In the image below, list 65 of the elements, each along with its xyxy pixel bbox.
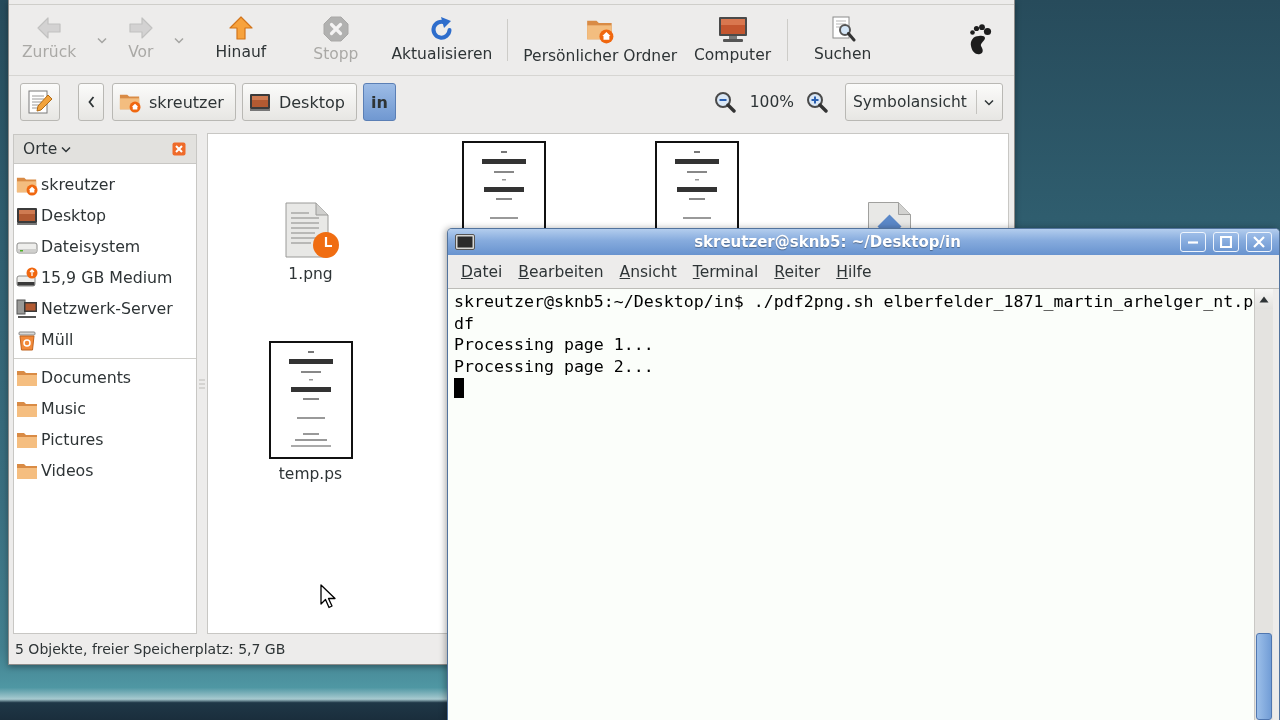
maximize-button[interactable]: [1213, 232, 1239, 252]
menu-item[interactable]: Terminal: [684, 262, 767, 281]
stop-icon: [322, 16, 349, 42]
file-name: temp.ps: [278, 465, 343, 483]
sidebar-item[interactable]: Müll: [14, 324, 196, 355]
menu-item[interactable]: Bearbeiten: [510, 262, 612, 281]
terminal-line: Processing page 2...: [454, 355, 654, 377]
arrow-left-icon: [37, 16, 62, 40]
computer-icon: [717, 16, 748, 43]
terminal-line: skreutzer@sknb5:~/Desktop/in$ ./pdf2png.sh elberfelder_1871_martin_arhelger_nt.p: [454, 291, 1254, 313]
zoom-in-icon[interactable]: [806, 91, 828, 113]
file-name: 1.png: [288, 265, 333, 283]
edit-location-button[interactable]: [20, 83, 60, 121]
scroll-left-button[interactable]: [78, 83, 104, 121]
caret-down-icon: [984, 98, 994, 106]
terminal-icon: [455, 234, 475, 250]
path-button[interactable]: Desktop: [241, 83, 357, 121]
desktop-icon: [248, 91, 271, 113]
view-dropdown[interactable]: Symbolansicht: [845, 83, 1003, 121]
chevron-left-icon: [87, 96, 95, 108]
toolbar-button[interactable]: Hinauf: [193, 5, 289, 75]
scroll-up-icon: [1259, 295, 1269, 303]
arrow-right-icon: [128, 16, 153, 40]
sidebar-item[interactable]: Dateisystem: [14, 231, 196, 262]
note-pencil-icon: [27, 89, 53, 115]
close-button[interactable]: [1246, 232, 1272, 252]
toolbar-button[interactable]: Suchen: [795, 5, 891, 75]
sidebar-item[interactable]: Desktop: [14, 200, 196, 231]
terminal-line: df: [454, 312, 474, 334]
zoom-out-icon[interactable]: [713, 91, 736, 113]
mouse-pointer-icon: [320, 584, 338, 609]
terminal-line: Processing page 1...: [454, 334, 654, 356]
sidebar-item[interactable]: Videos: [14, 455, 196, 486]
sidebar-item[interactable]: skreutzer: [14, 169, 196, 200]
minimize-button[interactable]: [1180, 232, 1206, 252]
sidebar-item[interactable]: Documents: [14, 362, 196, 393]
caret-down-icon: [61, 145, 72, 153]
window-title: skreutzer@sknb5: ~/Desktop/in: [693, 233, 962, 251]
sidebar-item[interactable]: 15,9 GB Medium: [14, 262, 196, 293]
path-button[interactable]: skreutzer: [112, 83, 236, 121]
menu-item[interactable]: Reiter: [766, 262, 829, 281]
maximize-icon: [1220, 236, 1232, 248]
menu-item[interactable]: Hilfe: [828, 262, 880, 281]
minimize-icon: [1187, 240, 1199, 244]
search-icon: [829, 16, 856, 42]
toolbar-button[interactable]: Aktualisieren: [383, 5, 501, 75]
menu-item[interactable]: Datei: [453, 262, 511, 281]
toolbar-button[interactable]: Persönlicher Ordner: [515, 5, 686, 75]
scrollbar-thumb[interactable]: [1256, 633, 1272, 720]
usb-drive-icon: [16, 266, 38, 289]
sidebar-item[interactable]: Netzwerk-Server: [14, 293, 196, 324]
status-text: 5 Objekte, freier Speicherplatz: 5,7 GB: [15, 641, 286, 657]
close-icon[interactable]: [172, 142, 186, 156]
toolbar-button[interactable]: Computer: [685, 5, 781, 75]
arrow-up-icon: [228, 16, 253, 40]
trash-icon: [16, 328, 38, 351]
close-icon: [1253, 236, 1265, 248]
menu-item[interactable]: Ansicht: [611, 262, 685, 281]
sidebar-item[interactable]: Pictures: [14, 424, 196, 455]
zoom-level: 100%: [749, 93, 794, 111]
path-button[interactable]: in: [362, 83, 396, 121]
sidebar-item[interactable]: Music: [14, 393, 196, 424]
places-dropdown[interactable]: Orte: [23, 140, 72, 158]
network-icon: [16, 297, 38, 320]
pane-grip-icon[interactable]: [199, 378, 205, 389]
